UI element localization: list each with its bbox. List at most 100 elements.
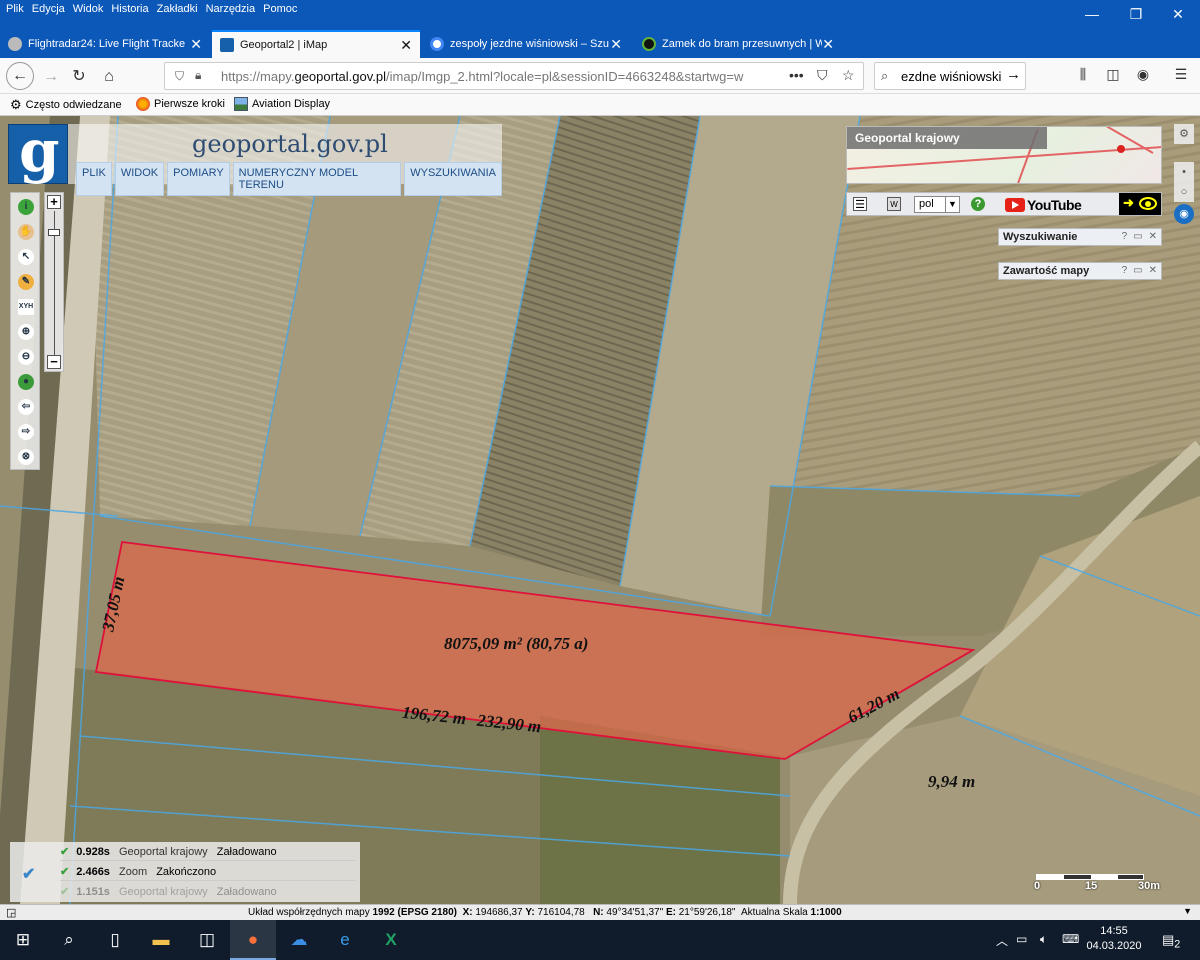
windows-start-icon[interactable]: ⊞ bbox=[0, 920, 46, 960]
forward-arrow-icon[interactable]: ⇨ bbox=[18, 424, 34, 440]
search-input[interactable]: ezdne wiśniowski bbox=[901, 69, 1005, 84]
zoom-plus-button[interactable]: + bbox=[47, 195, 61, 209]
account-icon[interactable]: ◉ bbox=[1132, 66, 1154, 83]
bookmark-pierwsze-kroki[interactable]: Pierwsze kroki bbox=[136, 97, 225, 111]
panel-close-icon[interactable]: ✕ bbox=[1149, 265, 1157, 276]
pocket-icon[interactable]: ⛉ bbox=[817, 67, 828, 84]
help-icon[interactable]: ? bbox=[971, 197, 985, 211]
clear-icon[interactable]: ⊗ bbox=[18, 449, 34, 465]
zoom-slider[interactable]: + − bbox=[44, 192, 64, 372]
legend-icon[interactable]: ☰ bbox=[853, 197, 867, 211]
load-log[interactable]: ✔ ✔ 0.928s Geoportal krajowy Załadowano … bbox=[10, 842, 360, 902]
panel-maximize-icon[interactable]: ▭ bbox=[1133, 231, 1142, 242]
notifications-icon[interactable]: ▤2 bbox=[1162, 932, 1180, 951]
internet-explorer-icon[interactable]: e bbox=[322, 920, 368, 960]
bookmark-czesto-odwiedzane[interactable]: ⚙ Często odwiedzane bbox=[10, 97, 122, 113]
sidebar-icon[interactable]: ◫ bbox=[1102, 66, 1124, 83]
menu-plik[interactable]: Plik bbox=[6, 3, 24, 15]
clock[interactable]: 14:55 04.03.2020 bbox=[1086, 924, 1142, 954]
resize-icon[interactable]: ◲ bbox=[6, 906, 16, 919]
lock-icon[interactable]: 🔒︎ bbox=[195, 68, 201, 83]
pan-hand-icon[interactable]: ✋ bbox=[18, 224, 34, 240]
url-text[interactable]: https://mapy.geoportal.gov.pl/imap/Imgp_… bbox=[221, 69, 761, 84]
search-icon[interactable]: ⌕ bbox=[46, 920, 92, 960]
store-icon[interactable]: ◫ bbox=[184, 920, 230, 960]
tab-geoportal[interactable]: Geoportal2 | iMap ✕ bbox=[212, 30, 420, 58]
search-panel[interactable]: Wyszukiwanie ? ▭ ✕ bbox=[998, 228, 1162, 246]
search-bar[interactable]: ⌕ ezdne wiśniowski → bbox=[874, 62, 1026, 90]
minimize-button[interactable]: — bbox=[1072, 4, 1112, 24]
dot-icon[interactable]: • bbox=[1174, 162, 1194, 182]
panel-help-icon[interactable]: ? bbox=[1122, 231, 1128, 242]
menu-pomoc[interactable]: Pomoc bbox=[263, 3, 297, 15]
search-go-icon[interactable]: → bbox=[1006, 66, 1021, 83]
forward-button[interactable]: → bbox=[38, 64, 64, 90]
reload-button[interactable]: ↻ bbox=[66, 64, 92, 90]
zoom-knob[interactable] bbox=[48, 229, 60, 236]
view-eye-icon[interactable]: ◉ bbox=[1174, 204, 1194, 224]
language-select[interactable]: pol ▼ bbox=[914, 196, 960, 213]
menu-pomiary[interactable]: POMIARY bbox=[167, 162, 230, 196]
tab-zamek[interactable]: Zamek do bram przesuwnych | W ✕ bbox=[634, 30, 842, 58]
menu-widok-app[interactable]: WIDOK bbox=[114, 162, 165, 196]
volume-icon[interactable]: 🔈︎ bbox=[1040, 932, 1047, 947]
page-actions-icon[interactable]: ••• bbox=[789, 67, 804, 83]
tracking-shield-icon[interactable]: ⛉ bbox=[175, 69, 184, 84]
chevron-down-icon[interactable]: ▼ bbox=[1183, 906, 1192, 916]
search-icon: ⌕ bbox=[881, 68, 889, 83]
menu-nmt[interactable]: NUMERYCZNY MODEL TERENU bbox=[232, 162, 402, 196]
zoom-minus-button[interactable]: − bbox=[47, 355, 61, 369]
maximize-button[interactable]: ❐ bbox=[1116, 4, 1156, 24]
keyboard-icon[interactable]: ⌨ bbox=[1062, 932, 1079, 946]
panel-close-icon[interactable]: ✕ bbox=[1149, 231, 1157, 242]
task-view-icon[interactable]: ▯ bbox=[92, 920, 138, 960]
menu-widok[interactable]: Widok bbox=[73, 3, 104, 15]
tab-google-search[interactable]: zespoły jezdne wiśniowski – Szu ✕ bbox=[422, 30, 630, 58]
url-bar[interactable]: ⛉ 🔒︎ https://mapy.geoportal.gov.pl/imap/… bbox=[164, 62, 864, 90]
panel-toolbar: ☰ W pol ▼ ? YouTube ➜ bbox=[846, 192, 1162, 216]
menu-historia[interactable]: Historia bbox=[111, 3, 148, 15]
geoportal-logo[interactable]: g bbox=[8, 117, 68, 185]
back-arrow-icon[interactable]: ⇦ bbox=[18, 399, 34, 415]
menu-edycja[interactable]: Edycja bbox=[32, 3, 65, 15]
xyh-coordinate-icon[interactable]: XYH bbox=[18, 299, 34, 315]
accessibility-button[interactable]: ➜ bbox=[1119, 193, 1161, 215]
firefox-taskbar-icon[interactable]: ● bbox=[230, 920, 276, 960]
close-tab-icon[interactable]: ✕ bbox=[610, 36, 622, 53]
ring-icon[interactable]: ○ bbox=[1174, 182, 1194, 202]
pencil-icon[interactable]: ✎ bbox=[18, 274, 34, 290]
hamburger-menu-icon[interactable]: ☰ bbox=[1170, 66, 1192, 83]
tab-flightradar[interactable]: Flightradar24: Live Flight Tracke ✕ bbox=[0, 30, 210, 58]
youtube-button[interactable]: YouTube bbox=[1005, 196, 1082, 214]
bookmark-aviation-display[interactable]: Aviation Display bbox=[234, 97, 330, 111]
settings-icon[interactable]: ⚙ bbox=[1174, 124, 1194, 144]
back-button[interactable]: ← bbox=[6, 62, 34, 90]
panel-help-icon[interactable]: ? bbox=[1122, 265, 1128, 276]
menu-narzedzia[interactable]: Narzędzia bbox=[206, 3, 256, 15]
menu-zakladki[interactable]: Zakładki bbox=[157, 3, 198, 15]
menu-plik-app[interactable]: PLIK bbox=[76, 162, 112, 196]
map-contents-panel[interactable]: Zawartość mapy ? ▭ ✕ bbox=[998, 262, 1162, 280]
zoom-in-icon[interactable]: ⊕ bbox=[18, 324, 34, 340]
close-tab-icon[interactable]: ✕ bbox=[822, 36, 834, 53]
map-view[interactable]: 8075,09 m² (80,75 a) 37,05 m 196,72 m 23… bbox=[0, 116, 1200, 904]
excel-icon[interactable]: X bbox=[368, 920, 414, 960]
cloud-app-icon[interactable]: ☁ bbox=[276, 920, 322, 960]
overview-map[interactable]: Geoportal krajowy bbox=[846, 126, 1162, 184]
library-icon[interactable]: ⫼ bbox=[1072, 66, 1094, 83]
info-icon[interactable]: i bbox=[18, 199, 34, 215]
close-tab-icon[interactable]: ✕ bbox=[190, 36, 202, 53]
network-icon[interactable]: ▭ bbox=[1016, 932, 1027, 946]
select-arrow-icon[interactable]: ↖ bbox=[18, 249, 34, 265]
wms-icon[interactable]: W bbox=[887, 197, 901, 211]
tray-chevron-icon[interactable]: ︿ bbox=[996, 932, 1008, 949]
zoom-out-icon[interactable]: ⊖ bbox=[18, 349, 34, 365]
panel-maximize-icon[interactable]: ▭ bbox=[1133, 265, 1142, 276]
close-window-button[interactable]: ✕ bbox=[1158, 4, 1198, 24]
file-explorer-icon[interactable]: ▬ bbox=[138, 920, 184, 960]
home-button[interactable]: ⌂ bbox=[96, 64, 122, 90]
bookmark-star-icon[interactable]: ☆ bbox=[842, 67, 855, 84]
close-tab-icon[interactable]: ✕ bbox=[400, 37, 412, 54]
menu-wyszukiwania[interactable]: WYSZUKIWANIA bbox=[404, 162, 502, 196]
globe-icon[interactable]: ● bbox=[18, 374, 34, 390]
